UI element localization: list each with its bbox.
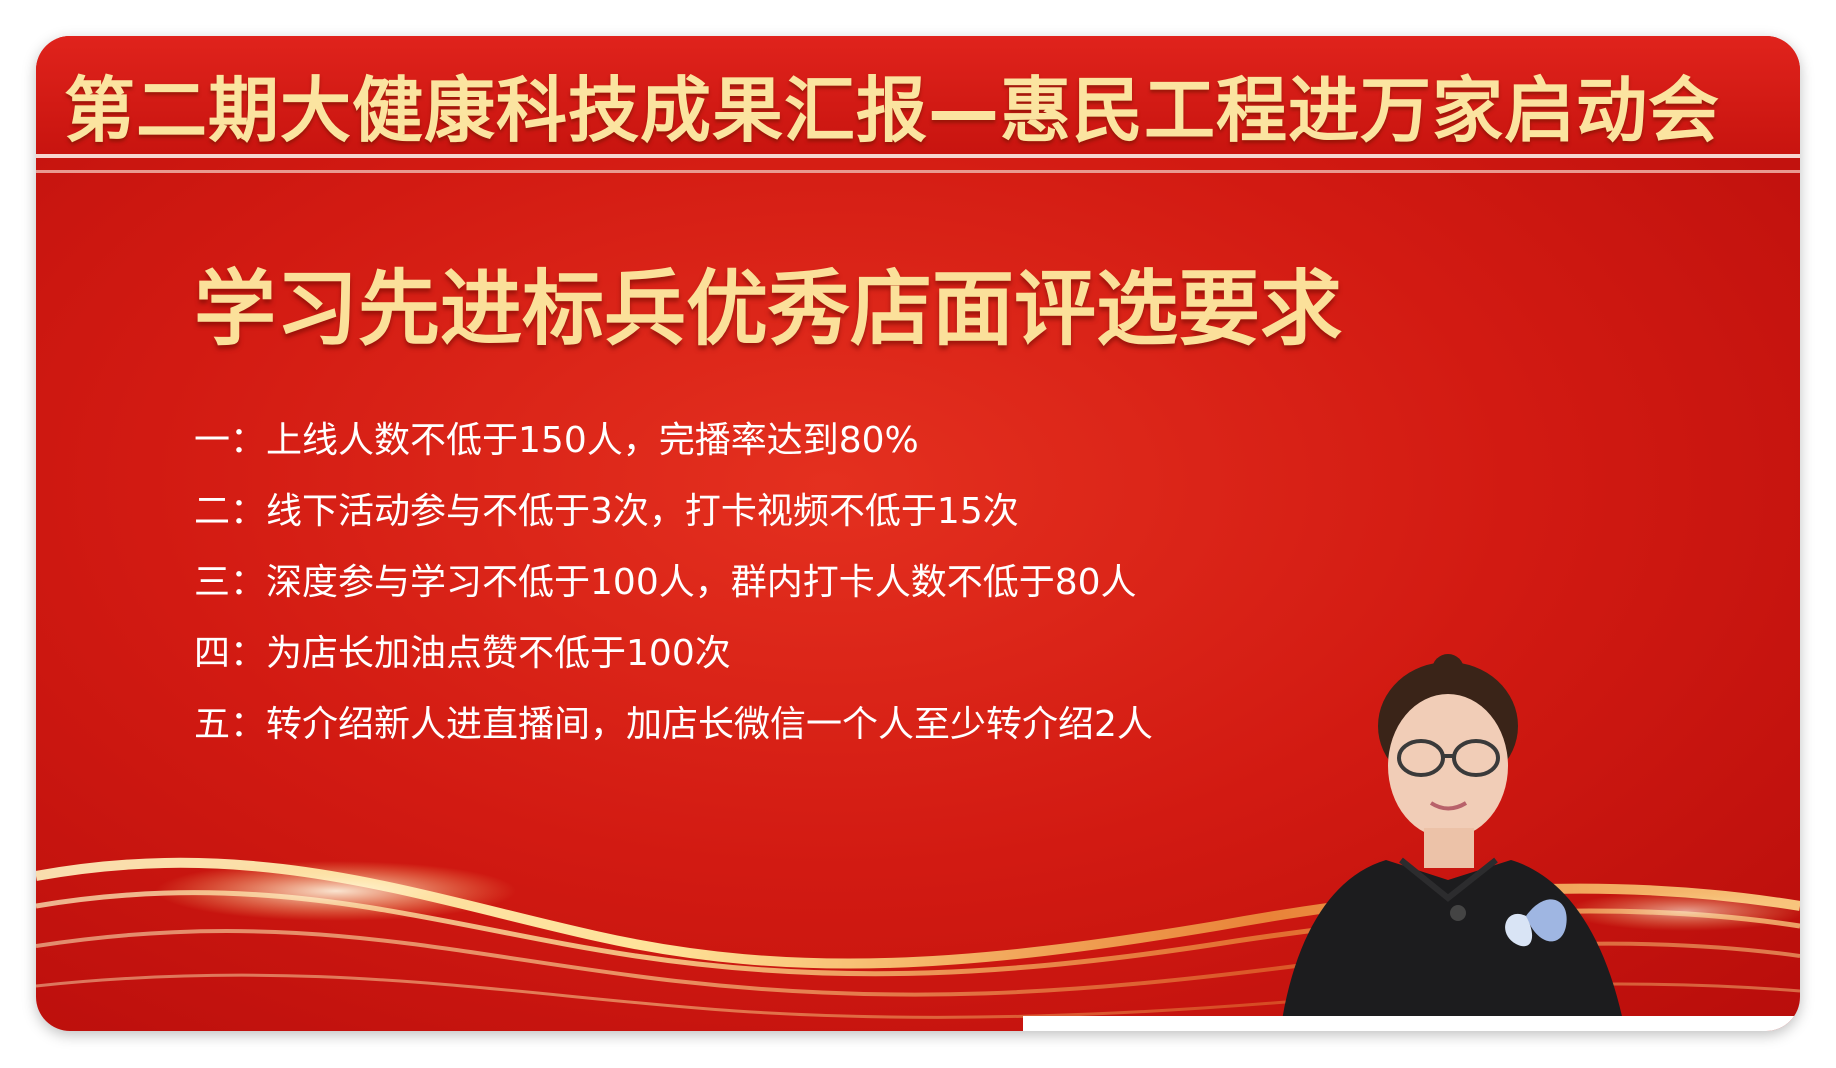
- section-title: 学习先进标兵优秀店面评选要求: [194, 262, 1343, 357]
- requirement-item: 五：转介绍新人进直播间，加店长微信一个人至少转介绍2人: [194, 698, 1153, 769]
- presenter-shirt: [1280, 860, 1626, 1031]
- requirement-marker: 三：: [194, 562, 267, 603]
- requirement-text: 深度参与学习不低于100人，群内打卡人数不低于80人: [266, 562, 1137, 603]
- requirement-item: 四：为店长加油点赞不低于100次: [194, 627, 1153, 698]
- requirement-marker: 五：: [194, 704, 267, 745]
- requirement-item: 三：深度参与学习不低于100人，群内打卡人数不低于80人: [194, 556, 1153, 627]
- header-banner: 第二期大健康科技成果汇报—惠民工程进万家启动会: [36, 36, 1800, 154]
- banner-title: 第二期大健康科技成果汇报—惠民工程进万家启动会: [64, 69, 1721, 152]
- requirement-marker: 二：: [194, 491, 267, 532]
- banner-divider: [36, 154, 1800, 158]
- requirement-item: 一：上线人数不低于150人，完播率达到80%: [194, 414, 1153, 485]
- presenter-video: [1280, 654, 1626, 1031]
- requirement-text: 线下活动参与不低于3次，打卡视频不低于15次: [266, 491, 1019, 532]
- banner-divider-secondary: [36, 170, 1800, 173]
- requirement-item: 二：线下活动参与不低于3次，打卡视频不低于15次: [194, 485, 1153, 556]
- desk-strip: [1023, 1016, 1800, 1031]
- requirement-text: 为店长加油点赞不低于100次: [266, 633, 731, 674]
- requirement-marker: 一：: [194, 420, 267, 461]
- video-frame: 第二期大健康科技成果汇报—惠民工程进万家启动会 学习先进标兵优秀店面评选要求 一…: [36, 36, 1800, 1031]
- requirement-text: 上线人数不低于150人，完播率达到80%: [266, 420, 919, 461]
- requirement-text: 转介绍新人进直播间，加店长微信一个人至少转介绍2人: [266, 704, 1153, 745]
- microphone-icon: [1450, 905, 1466, 921]
- presenter-face: [1388, 694, 1508, 838]
- requirements-list: 一：上线人数不低于150人，完播率达到80% 二：线下活动参与不低于3次，打卡视…: [194, 414, 1153, 769]
- requirement-marker: 四：: [194, 633, 267, 674]
